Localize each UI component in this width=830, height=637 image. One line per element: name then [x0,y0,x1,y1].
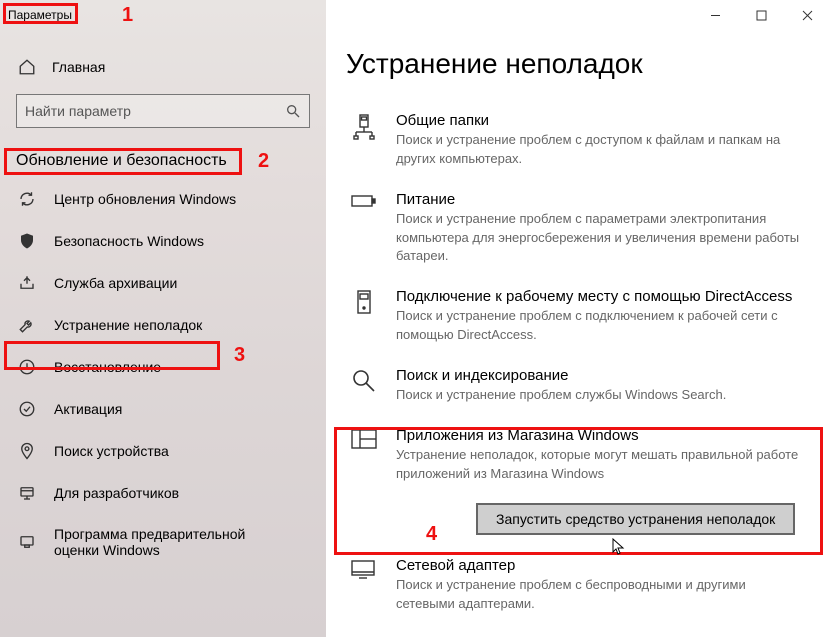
page-title: Устранение неполадок [346,48,804,80]
troubleshoot-title: Подключение к рабочему месту с помощью D… [396,288,800,305]
window-controls [692,0,830,30]
search-input[interactable] [25,103,285,119]
network-adapter-icon [350,557,378,585]
troubleshoot-desc: Поиск и устранение проблем с беспроводны… [396,576,800,614]
shield-icon [18,232,36,250]
sidebar-item-label: Активация [54,401,122,417]
sidebar-item-backup[interactable]: Служба архивации [0,262,326,304]
troubleshoot-desc: Поиск и устранение проблем с параметрами… [396,210,800,267]
insider-icon [18,533,36,551]
section-header: Обновление и безопасность [0,144,326,178]
sidebar-item-insider[interactable]: Программа предварительной оценки Windows [0,514,326,570]
recovery-icon [18,358,36,376]
power-icon [350,191,378,219]
sidebar-item-label: Восстановление [54,359,161,375]
main-content: Устранение неполадок Общие папки Поиск и… [326,0,830,637]
troubleshoot-title: Поиск и индексирование [396,367,800,384]
sidebar-item-label: Программа предварительной оценки Windows [54,526,294,558]
sidebar-item-label: Поиск устройства [54,443,169,459]
troubleshoot-item-search-index[interactable]: Поиск и индексирование Поиск и устранени… [346,359,804,419]
sidebar-item-developer[interactable]: Для разработчиков [0,472,326,514]
troubleshoot-item-directaccess[interactable]: Подключение к рабочему месту с помощью D… [346,280,804,359]
troubleshoot-title: Сетевой адаптер [396,557,800,574]
run-troubleshooter-button[interactable]: Запустить средство устранения неполадок [476,503,795,535]
troubleshoot-title: Питание [396,191,800,208]
window-title: Параметры [0,6,80,24]
find-device-icon [18,442,36,460]
backup-icon [18,274,36,292]
search-icon [285,103,301,119]
minimize-button[interactable] [692,0,738,30]
sidebar-item-label: Безопасность Windows [54,233,204,249]
close-button[interactable] [784,0,830,30]
troubleshoot-item-network-adapter[interactable]: Сетевой адаптер Поиск и устранение пробл… [346,549,804,628]
sidebar-item-security[interactable]: Безопасность Windows [0,220,326,262]
activation-icon [18,400,36,418]
wrench-icon [18,316,36,334]
sidebar-item-troubleshoot[interactable]: Устранение неполадок [0,304,326,346]
troubleshoot-desc: Поиск и устранение проблем с доступом к … [396,131,800,169]
troubleshoot-desc: Поиск и устранение проблем службы Window… [396,386,800,405]
directaccess-icon [350,288,378,316]
store-apps-icon [350,427,378,455]
troubleshoot-title: Общие папки [396,112,800,129]
troubleshoot-item-store-apps[interactable]: Приложения из Магазина Windows Устранени… [346,419,804,542]
search-index-icon [350,367,378,395]
maximize-button[interactable] [738,0,784,30]
shared-folders-icon [350,112,378,140]
search-input-wrapper[interactable] [16,94,310,128]
sidebar-item-label: Служба архивации [54,275,177,291]
sidebar-item-label: Для разработчиков [54,485,179,501]
troubleshoot-item-power[interactable]: Питание Поиск и устранение проблем с пар… [346,183,804,281]
sidebar-item-label: Центр обновления Windows [54,191,236,207]
sync-icon [18,190,36,208]
sidebar-item-label: Устранение неполадок [54,317,202,333]
troubleshoot-desc: Устранение неполадок, которые могут меша… [396,446,800,484]
sidebar-item-recovery[interactable]: Восстановление [0,346,326,388]
sidebar-item-update[interactable]: Центр обновления Windows [0,178,326,220]
sidebar-item-activation[interactable]: Активация [0,388,326,430]
troubleshoot-item-shared-folders[interactable]: Общие папки Поиск и устранение проблем с… [346,104,804,183]
sidebar-item-find-device[interactable]: Поиск устройства [0,430,326,472]
home-button[interactable]: Главная [0,50,326,84]
developer-icon [18,484,36,502]
home-label: Главная [52,59,105,75]
troubleshoot-title: Приложения из Магазина Windows [396,427,800,444]
troubleshoot-desc: Поиск и устранение проблем с подключение… [396,307,800,345]
home-icon [18,58,36,76]
sidebar: Параметры Главная Обновление и безопасно… [0,0,326,637]
